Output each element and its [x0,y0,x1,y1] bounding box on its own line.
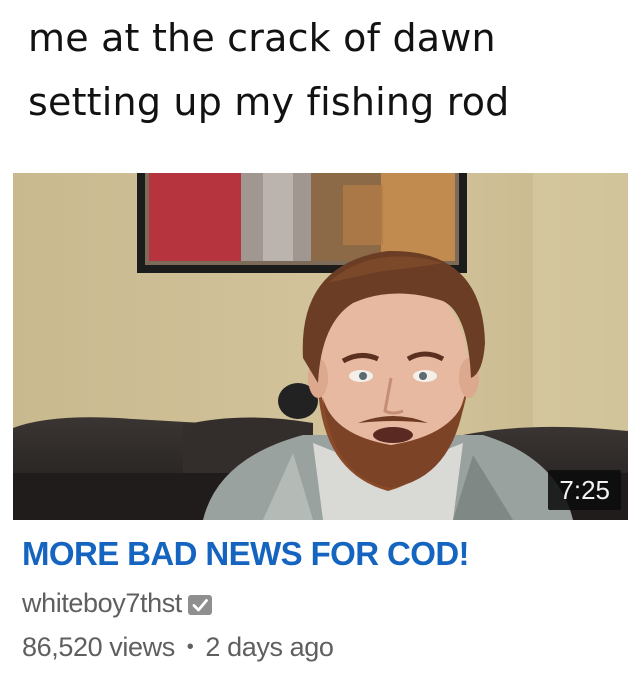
video-title-link[interactable]: MORE BAD NEWS FOR COD! [22,534,470,574]
meta-separator: • [186,636,194,658]
upload-age: 2 days ago [205,632,334,662]
video-duration-badge: 7:25 [548,470,621,510]
channel-link[interactable]: whiteboy7thst [22,586,212,620]
video-thumbnail[interactable]: 7:25 [13,173,628,520]
video-metadata: 86,520 views • 2 days ago [22,630,334,664]
thumbnail-image [13,173,628,520]
channel-name: whiteboy7thst [22,588,182,618]
verified-check-icon [187,594,212,615]
meme-caption: me at the crack of dawn setting up my fi… [28,16,510,124]
view-count: 86,520 views [22,632,175,662]
